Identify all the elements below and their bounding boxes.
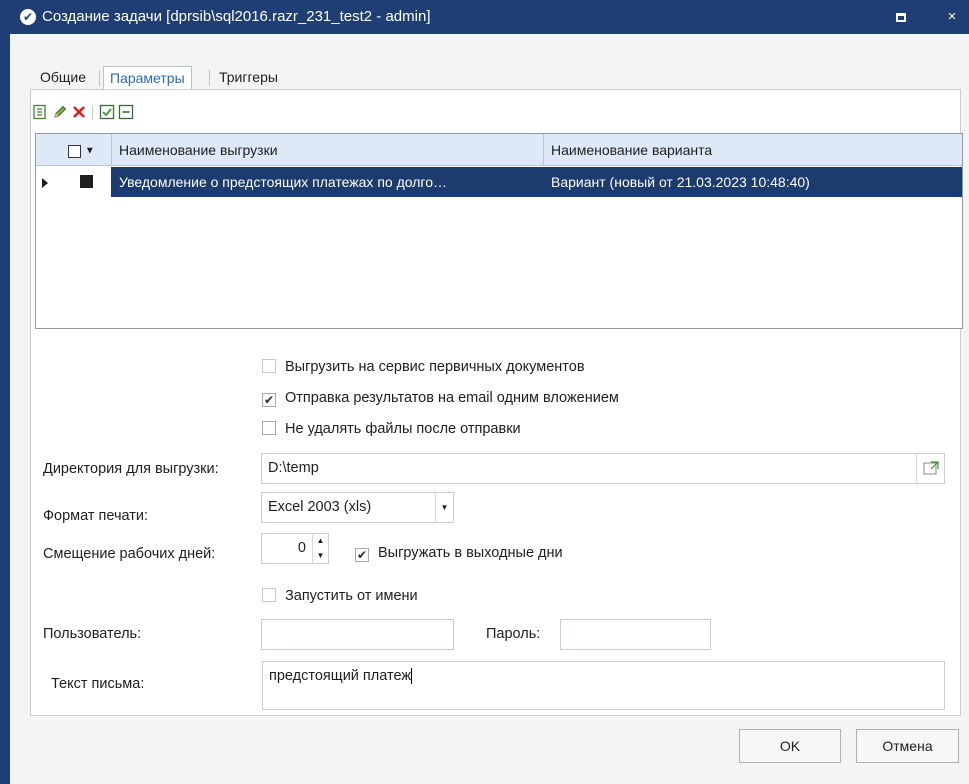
tab-triggers[interactable]: Триггеры	[219, 66, 278, 90]
tab-general[interactable]: Общие	[40, 66, 86, 90]
row-selection-highlight: Уведомление о предстоящих платежах по до…	[111, 167, 962, 197]
weekend-label: Выгружать в выходные дни	[378, 545, 563, 561]
cell-variant-name[interactable]: Вариант (новый от 21.03.2023 10:48:40)	[551, 167, 951, 197]
email-single-option[interactable]: ✔ Отправка результатов на email одним вло…	[262, 388, 619, 408]
weekend-checkbox[interactable]: ✔	[355, 548, 369, 562]
stepper-up-icon[interactable]: ▲	[312, 534, 328, 548]
print-format-label: Формат печати:	[43, 508, 149, 524]
select-all-checkbox[interactable]: ▼	[68, 134, 95, 166]
check-circle-icon: ✔	[20, 9, 36, 25]
keep-files-option[interactable]: Не удалять файлы после отправки	[262, 419, 521, 439]
mail-text-area[interactable]: предстоящий платеж	[262, 661, 945, 710]
run-as-option[interactable]: Запустить от имени	[262, 586, 418, 606]
workday-offset-label: Смещение рабочих дней:	[43, 546, 216, 562]
run-as-label: Запустить от имени	[285, 588, 418, 604]
upload-service-label: Выгрузить на сервис первичных документов	[285, 359, 585, 375]
user-label: Пользователь:	[43, 626, 142, 642]
print-format-value: Excel 2003 (xls)	[268, 499, 372, 515]
print-format-select[interactable]: Excel 2003 (xls) ▼	[261, 492, 454, 523]
text-caret	[411, 668, 413, 685]
chevron-down-icon[interactable]: ▼	[435, 493, 453, 522]
delete-icon[interactable]	[70, 104, 88, 122]
email-single-label: Отправка результатов на email одним влож…	[285, 390, 619, 406]
uncheck-all-icon[interactable]	[117, 104, 135, 122]
browse-folder-icon[interactable]	[916, 454, 944, 483]
toolbar-separator	[92, 106, 93, 120]
cell-export-name[interactable]: Уведомление о предстоящих платежах по до…	[119, 167, 539, 197]
edit-pencil-icon[interactable]	[51, 104, 69, 122]
tab-divider	[99, 70, 100, 86]
run-as-checkbox[interactable]	[262, 588, 276, 602]
mail-text-label: Текст письма:	[51, 676, 145, 692]
row-indicator-icon	[41, 176, 49, 192]
directory-field[interactable]: D:\temp	[261, 453, 945, 484]
chevron-down-icon[interactable]: ▼	[85, 145, 95, 156]
column-export-name[interactable]: Наименование выгрузки	[119, 134, 278, 166]
column-divider	[543, 134, 544, 166]
upload-service-option[interactable]: Выгрузить на сервис первичных документов	[262, 357, 585, 377]
mail-text-value: предстоящий платеж	[269, 668, 412, 684]
keep-files-label: Не удалять файлы после отправки	[285, 421, 521, 437]
cancel-button[interactable]: Отмена	[856, 729, 959, 763]
column-divider	[111, 134, 112, 166]
email-single-checkbox[interactable]: ✔	[262, 393, 276, 407]
grid-header: ▼ Наименование выгрузки Наименование вар…	[36, 134, 962, 166]
upload-service-checkbox[interactable]	[262, 359, 276, 373]
exports-grid[interactable]: ▼ Наименование выгрузки Наименование вар…	[35, 133, 963, 329]
keep-files-checkbox[interactable]	[262, 421, 276, 435]
directory-label: Директория для выгрузки:	[43, 461, 219, 477]
column-variant-name[interactable]: Наименование варианта	[551, 134, 712, 166]
user-field[interactable]	[261, 619, 454, 650]
tab-divider	[209, 70, 210, 86]
ok-button[interactable]: OK	[739, 729, 841, 763]
row-checkbox[interactable]	[80, 175, 93, 188]
directory-value: D:\temp	[268, 460, 319, 476]
password-field[interactable]	[560, 619, 711, 650]
check-all-icon[interactable]	[98, 104, 116, 122]
title-bar[interactable]: ✔ Создание задачи [dprsib\sql2016.razr_2…	[10, 0, 969, 34]
add-row-icon[interactable]	[31, 104, 49, 122]
weekend-option[interactable]: ✔ Выгружать в выходные дни	[355, 543, 563, 563]
workday-offset-value: 0	[297, 540, 306, 556]
tab-parameters[interactable]: Параметры	[103, 66, 192, 90]
password-label: Пароль:	[486, 626, 541, 642]
workday-offset-stepper[interactable]: 0 ▲ ▼	[261, 533, 329, 564]
stepper-down-icon[interactable]: ▼	[312, 549, 328, 563]
close-icon[interactable]: ×	[935, 0, 969, 34]
table-row[interactable]: Уведомление о предстоящих платежах по до…	[36, 167, 962, 197]
window-title: Создание задачи [dprsib\sql2016.razr_231…	[42, 8, 431, 25]
background-window-edge	[0, 0, 10, 784]
maximize-icon[interactable]	[884, 0, 918, 34]
